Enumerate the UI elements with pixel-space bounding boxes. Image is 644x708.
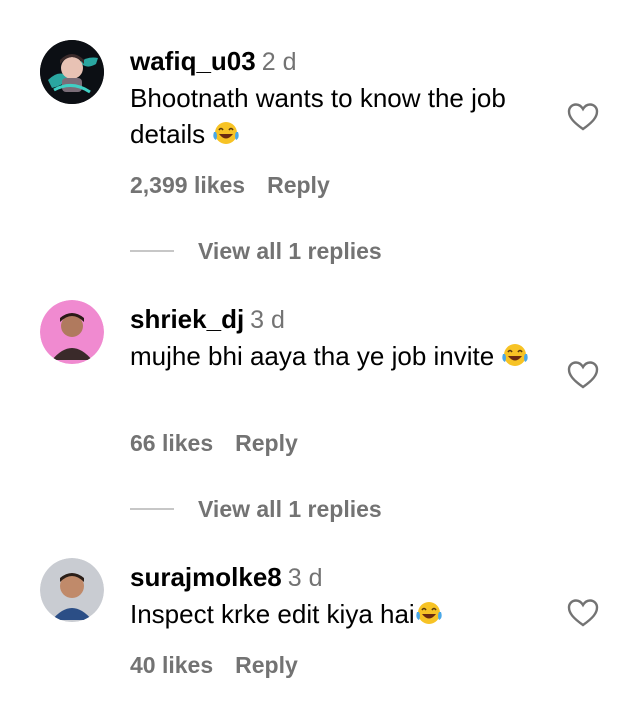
comment-header: shriek_dj 3 d: [130, 302, 285, 341]
replies-divider: [130, 508, 174, 510]
likes-count[interactable]: 2,399 likes: [130, 172, 245, 198]
reply-button[interactable]: Reply: [235, 430, 298, 456]
reply-button[interactable]: Reply: [235, 652, 298, 678]
tears-of-joy-emoji: [416, 602, 442, 624]
comment-text: Bhootnath wants to know the job details: [130, 80, 550, 152]
comment-text-content: Inspect krke edit kiya hai: [130, 599, 415, 629]
heart-outline-icon[interactable]: [567, 598, 599, 628]
comment-header: wafiq_u03 2 d: [130, 44, 296, 83]
comment-text-content: Bhootnath wants to know the job details: [130, 83, 506, 149]
view-replies-button[interactable]: View all 1 replies: [130, 494, 530, 524]
timestamp: 2 d: [261, 48, 297, 76]
tears-of-joy-emoji: [502, 344, 529, 366]
view-replies-label: View all 1 replies: [198, 238, 382, 264]
username[interactable]: shriek_dj: [130, 304, 244, 334]
view-replies-label: View all 1 replies: [198, 496, 382, 522]
reply-button[interactable]: Reply: [267, 172, 330, 198]
likes-count[interactable]: 66 likes: [130, 430, 213, 456]
heart-outline-icon[interactable]: [567, 360, 599, 390]
tears-of-joy-emoji: [213, 122, 240, 144]
timestamp: 3 d: [250, 306, 285, 334]
comment-meta: 40 likes Reply: [130, 650, 298, 680]
likes-count[interactable]: 40 likes: [130, 652, 213, 678]
comment-meta: 66 likes Reply: [130, 428, 298, 458]
replies-divider: [130, 250, 174, 252]
comment-text: mujhe bhi aaya tha ye job invite: [130, 338, 550, 374]
avatar[interactable]: [40, 558, 104, 622]
username[interactable]: surajmolke8: [130, 562, 282, 592]
comment-text: Inspect krke edit kiya hai: [130, 596, 550, 632]
comment-meta: 2,399 likes Reply: [130, 170, 330, 200]
heart-outline-icon[interactable]: [567, 102, 599, 132]
comment-text-content: mujhe bhi aaya tha ye job invite: [130, 341, 495, 371]
timestamp: 3 d: [287, 564, 323, 592]
view-replies-button[interactable]: View all 1 replies: [130, 236, 530, 266]
avatar[interactable]: [40, 40, 104, 104]
avatar[interactable]: [40, 300, 104, 364]
username[interactable]: wafiq_u03: [130, 46, 256, 76]
comment-header: surajmolke8 3 d: [130, 560, 323, 599]
